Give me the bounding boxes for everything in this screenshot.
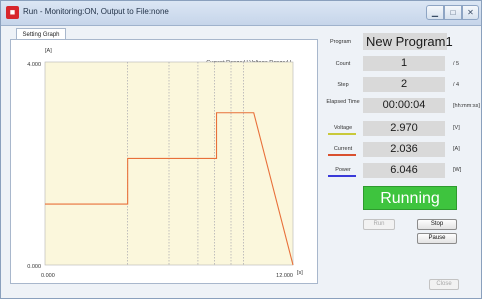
y-axis-unit: [A] <box>45 48 52 54</box>
step-total: / 4 <box>453 82 460 88</box>
setting-graph: [A] 4.000 0.000 0.000 12.000 [s] Current… <box>27 48 303 279</box>
elapsed-time-value: 00:00:04 <box>363 98 445 113</box>
run-window: ■ Run - Monitoring:ON, Output to File:no… <box>0 0 482 299</box>
power-value: 6.046 <box>363 163 445 178</box>
run-button[interactable]: Run <box>363 219 395 230</box>
voltage-legend-line <box>328 133 356 135</box>
program-label: Program <box>330 39 352 45</box>
minimize-button[interactable]: ▁ <box>426 5 444 20</box>
power-legend-line <box>328 175 356 177</box>
current-value: 2.036 <box>363 142 445 157</box>
y-min-tick-label: 0.000 <box>27 264 41 270</box>
program-name-value: New Program1 <box>363 33 453 50</box>
step-label: Step <box>337 82 349 88</box>
count-label: Count <box>335 61 351 67</box>
running-status-indicator: Running <box>363 186 457 210</box>
current-unit: [A] <box>453 146 460 152</box>
step-value: 2 <box>363 77 445 92</box>
power-unit: [W] <box>453 167 462 173</box>
elapsed-time-unit: [hh:mm:ss] <box>453 103 480 109</box>
y-max-tick-label: 4.000 <box>27 62 41 68</box>
count-value: 1 <box>363 56 445 71</box>
elapsed-time-label: Elapsed Time <box>326 99 360 105</box>
current-label: Current <box>333 146 353 152</box>
pause-button[interactable]: Pause <box>417 233 457 244</box>
voltage-value: 2.970 <box>363 121 445 136</box>
current-legend-line <box>328 154 356 156</box>
close-window-button[interactable]: ✕ <box>462 5 479 20</box>
window-title: Run - Monitoring:ON, Output to File:none <box>23 7 169 16</box>
voltage-label: Voltage <box>333 125 353 131</box>
app-icon: ■ <box>6 6 19 19</box>
stop-button[interactable]: Stop <box>417 219 457 230</box>
power-label: Power <box>335 167 351 173</box>
x-min-tick-label: 0.000 <box>41 273 55 279</box>
graph-panel: [A] 4.000 0.000 0.000 12.000 [s] Current… <box>10 39 318 284</box>
count-total: / 5 <box>453 61 460 67</box>
voltage-unit: [V] <box>453 125 460 131</box>
maximize-button[interactable]: □ <box>444 5 462 20</box>
x-axis-unit: [s] <box>297 270 303 276</box>
close-button[interactable]: Close <box>429 279 459 290</box>
title-bar[interactable]: ■ Run - Monitoring:ON, Output to File:no… <box>1 1 481 26</box>
x-max-tick-label: 12.000 <box>276 273 293 279</box>
